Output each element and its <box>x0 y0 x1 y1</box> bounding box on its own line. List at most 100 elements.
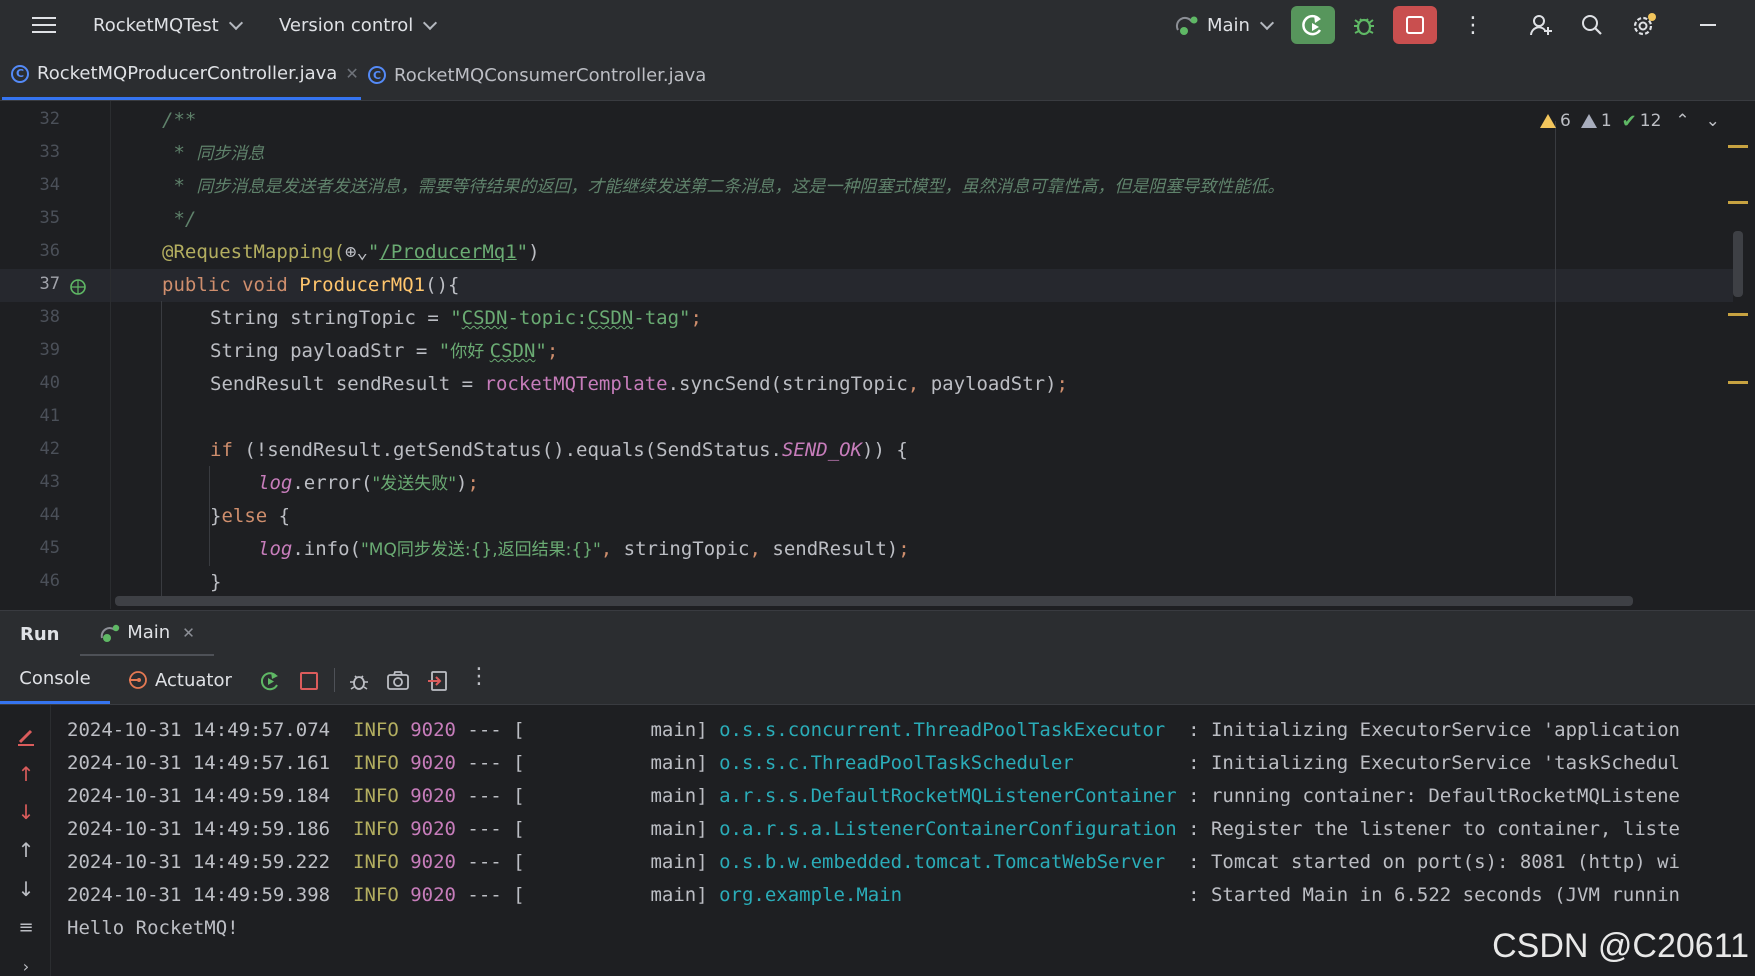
run-config-icon <box>1175 16 1198 35</box>
console-output[interactable]: ↑ ↓ ↑ ↓ ≡ › 2024-10-31 14:49:57.074 INFO… <box>0 705 1755 976</box>
project-name: RocketMQTest <box>93 14 219 36</box>
stop-icon <box>1406 16 1424 34</box>
code-line-33: * 同步消息 <box>162 142 265 164</box>
prev-highlight-icon[interactable]: ⌃ <box>1675 111 1689 131</box>
scroll-up-icon[interactable]: ↑ <box>14 838 38 862</box>
log-row: 2024-10-31 14:49:57.074 INFO 9020 --- [ … <box>67 719 1680 741</box>
tab-actuator[interactable]: Actuator <box>127 656 232 704</box>
chevron-down-icon <box>228 15 243 30</box>
chevron-down-icon <box>1259 15 1275 30</box>
settings-button[interactable] <box>1631 0 1657 50</box>
code-line-45: log.info("MQ同步发送:{},返回结果:{}", stringTopi… <box>258 538 910 560</box>
camera-icon[interactable] <box>386 669 410 693</box>
actuator-icon <box>129 671 147 689</box>
error-stripe-marker[interactable] <box>1728 145 1748 148</box>
line-number-current: 37 <box>39 274 60 294</box>
line-number: 39 <box>39 340 60 360</box>
stop-icon[interactable] <box>300 672 318 690</box>
main-toolbar: RocketMQTest Version control Main ⋮ <box>0 0 1755 51</box>
right-margin-guide <box>1555 121 1556 601</box>
line-number: 35 <box>39 208 60 228</box>
vcs-label: Version control <box>279 14 414 36</box>
vertical-scrollbar[interactable] <box>1733 231 1743 297</box>
endpoint-link[interactable]: /ProducerMq1 <box>379 241 516 263</box>
ok-count: 12 <box>1639 111 1662 131</box>
code-line-37: public void ProducerMQ1(){ <box>162 274 460 296</box>
code-line-38: String stringTopic = "CSDN-topic:CSDN-ta… <box>210 307 702 329</box>
debug-button[interactable] <box>1342 6 1386 44</box>
actuator-tab-label: Actuator <box>155 669 232 691</box>
run-config-selector[interactable]: Main <box>1175 0 1275 50</box>
close-icon[interactable]: ✕ <box>345 64 358 83</box>
line-number: 45 <box>39 538 60 558</box>
run-tab-main[interactable]: Main ✕ <box>80 611 214 657</box>
run-config-icon <box>100 624 120 642</box>
code-editor[interactable]: 32 33 34 35 36 37 38 39 40 41 42 43 44 4… <box>0 101 1755 609</box>
soft-wrap-icon[interactable]: ≡ <box>14 915 38 939</box>
toolbar-separator <box>334 668 335 692</box>
class-icon: C <box>11 64 29 83</box>
line-number: 38 <box>39 307 60 327</box>
scroll-down-icon[interactable]: ↓ <box>14 877 38 901</box>
line-number: 42 <box>39 439 60 459</box>
console-output-text: Hello RocketMQ! <box>67 917 239 939</box>
horizontal-scrollbar[interactable] <box>115 596 1633 606</box>
stop-button[interactable] <box>1393 6 1437 44</box>
line-number: 46 <box>39 571 60 591</box>
console-toolbar: Console Actuator ⋮ <box>0 656 1755 705</box>
chevron-down-icon <box>423 15 438 30</box>
more-actions-button[interactable]: ⋮ <box>1462 0 1484 50</box>
code-line-39: String payloadStr = "你好 CSDN"; <box>210 340 559 362</box>
code-line-44: }else { <box>210 505 291 527</box>
tab-label: RocketMQConsumerController.java <box>394 64 707 86</box>
expand-icon[interactable]: › <box>14 954 38 976</box>
bug-icon <box>1354 18 1374 36</box>
more-vertical-icon[interactable]: ⋮ <box>468 664 490 689</box>
gear-icon <box>1633 13 1656 36</box>
main-menu-button[interactable] <box>32 0 56 50</box>
debug-attach-icon[interactable] <box>347 669 371 693</box>
line-number: 43 <box>39 472 60 492</box>
clear-console-icon[interactable] <box>14 725 38 749</box>
vcs-menu[interactable]: Version control <box>279 0 438 50</box>
error-stripe-marker[interactable] <box>1728 201 1748 204</box>
exit-icon[interactable] <box>426 669 450 693</box>
line-number: 41 <box>39 406 60 426</box>
code-line-43: log.error("发送失败"); <box>258 472 479 494</box>
line-number: 44 <box>39 505 60 525</box>
code-with-me-button[interactable] <box>1529 0 1553 50</box>
more-vertical-icon: ⋮ <box>1462 12 1484 38</box>
code-line-40: SendResult sendResult = rocketMQTemplate… <box>210 373 1068 395</box>
code-line-34: * 同步消息是发送者发送消息，需要等待结果的返回，才能继续发送第二条消息，这是一… <box>162 175 1285 197</box>
log-row: 2024-10-31 14:49:59.398 INFO 9020 --- [ … <box>67 884 1680 906</box>
editor-tabs: C RocketMQProducerController.java ✕ C Ro… <box>0 50 1755 101</box>
code-line-35: */ <box>162 208 197 230</box>
run-title: Run <box>20 623 60 645</box>
next-error-icon[interactable]: ↓ <box>14 800 38 824</box>
hamburger-icon <box>32 12 56 38</box>
close-icon[interactable]: ✕ <box>182 624 195 642</box>
inspection-widget[interactable]: 6 1 ✔ 12 ⌃ ⌄ <box>1540 107 1720 135</box>
prev-error-icon[interactable]: ↑ <box>14 762 38 786</box>
tab-console[interactable]: Console <box>0 656 110 704</box>
error-stripe-marker[interactable] <box>1728 313 1748 316</box>
tab-consumer-controller[interactable]: C RocketMQConsumerController.java <box>368 50 706 100</box>
code-line-46: } <box>210 571 222 593</box>
search-button[interactable] <box>1581 0 1603 50</box>
tab-producer-controller[interactable]: C RocketMQProducerController.java ✕ <box>2 50 361 100</box>
clipped-log-line <box>150 705 800 707</box>
minimize-icon <box>1700 24 1716 26</box>
line-number: 36 <box>39 241 60 261</box>
error-stripe-marker[interactable] <box>1728 381 1748 384</box>
project-switcher[interactable]: RocketMQTest <box>93 0 243 50</box>
rerun-icon[interactable] <box>258 669 282 693</box>
rerun-button[interactable] <box>1291 6 1335 44</box>
warning-icon <box>1540 114 1556 128</box>
console-gutter: ↑ ↓ ↑ ↓ ≡ › <box>0 705 51 976</box>
code-line-42: if (!sendResult.getSendStatus().equals(S… <box>210 439 908 461</box>
line-gutter: 32 33 34 35 36 37 38 39 40 41 42 43 44 4… <box>0 101 111 609</box>
class-icon: C <box>368 66 386 84</box>
next-highlight-icon[interactable]: ⌄ <box>1706 111 1720 131</box>
endpoint-gutter-icon[interactable] <box>69 278 87 296</box>
minimize-button[interactable] <box>1700 0 1716 50</box>
